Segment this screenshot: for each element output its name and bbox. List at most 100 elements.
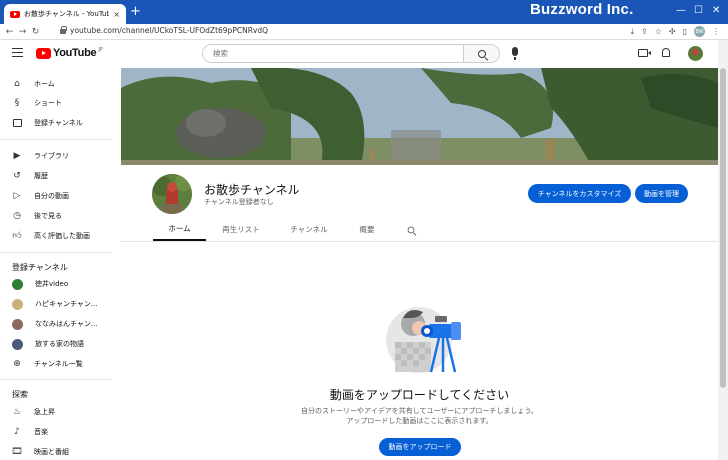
account-avatar[interactable] [688, 46, 703, 61]
page-scrollbar[interactable] [718, 40, 728, 460]
sidebar-item-label: チャンネル一覧 [34, 360, 83, 368]
close-window-icon[interactable]: ✕ [712, 5, 720, 16]
notifications-icon[interactable] [662, 48, 670, 57]
scrollbar-thumb[interactable] [720, 68, 726, 388]
empty-state-line1: 自分のストーリーやアイデアを共有してユーザーにアプローチしましょう。 [301, 407, 538, 415]
upload-video-button[interactable]: 動画をアップロード [379, 438, 461, 456]
search-input[interactable] [203, 45, 463, 62]
watch-later-icon: ◷ [13, 211, 21, 221]
your-videos-icon: ▷ [13, 191, 21, 201]
channel-avatar[interactable] [152, 174, 192, 214]
customize-channel-button[interactable]: チャンネルをカスタマイズ [528, 184, 631, 203]
upload-illustration [385, 302, 469, 374]
close-tab-icon[interactable]: × [113, 10, 120, 19]
sidebar-item-subscription[interactable]: 徳井video [0, 275, 112, 293]
address-bar-actions: ⤓ ⇪ ☆ ✣ ▯ BW ⋮ [630, 26, 720, 37]
sidebar-item-label: 急上昇 [34, 408, 55, 416]
sidebar-item-subscription[interactable]: ハピキャンチャン... [0, 295, 112, 313]
sidebar-item-shorts[interactable]: § ショート [0, 94, 112, 112]
sidebar-item-label: 履歴 [34, 172, 48, 180]
search-box [202, 44, 500, 63]
tab-home[interactable]: ホーム [153, 218, 206, 241]
banner-image [121, 68, 718, 165]
sidebar-divider [0, 252, 112, 253]
url-field[interactable]: youtube.com/channel/UCkoTSL-UFOdZt69pPCN… [60, 26, 268, 35]
sidepanel-icon[interactable]: ▯ [683, 27, 687, 36]
sidebar-item-label: ライブラリ [34, 152, 69, 160]
channel-tabs: ホーム 再生リスト チャンネル 概要 [121, 218, 718, 241]
reload-icon[interactable]: ↻ [29, 27, 42, 37]
url-text: youtube.com/channel/UCkoTSL-UFOdZt69pPCN… [70, 26, 269, 35]
sidebar-item-label: 登録チャンネル [34, 119, 83, 127]
browser-menu-icon[interactable]: ⋮ [712, 27, 720, 36]
maximize-icon[interactable]: ☐ [694, 5, 703, 16]
forward-icon[interactable]: → [16, 27, 29, 37]
channel-avatar [12, 278, 23, 290]
channel-avatar [12, 318, 23, 330]
sidebar-item-library[interactable]: ▶ ライブラリ [0, 147, 112, 165]
sidebar-item-label: 自分の動画 [34, 192, 69, 200]
sidebar-item-watch-later[interactable]: ◷ 後で見る [0, 207, 112, 225]
tab-playlists[interactable]: 再生リスト [213, 218, 269, 241]
sidebar-item-label: 高く評価した動画 [34, 232, 90, 240]
sidebar-item-label: ショート [34, 99, 62, 107]
install-icon[interactable]: ⤓ [630, 27, 634, 37]
sidebar-item-movies[interactable]: 🎞︎ 映画と番組 [0, 443, 112, 460]
new-tab-button[interactable]: + [130, 5, 141, 19]
channel-list-icon: ⊕ [13, 359, 21, 369]
create-video-icon[interactable] [638, 49, 651, 57]
extensions-icon[interactable]: ✣ [669, 27, 676, 36]
music-icon: ♪ [14, 427, 20, 437]
menu-icon[interactable] [12, 48, 23, 57]
browser-profile-avatar[interactable]: BW [694, 26, 705, 37]
sidebar-item-subscription[interactable]: 旅する家の物語 [0, 335, 112, 353]
youtube-play-icon [36, 47, 51, 59]
tab-channels[interactable]: チャンネル [281, 218, 337, 241]
search-button[interactable] [463, 45, 499, 62]
youtube-logo[interactable]: YouTube JP [36, 47, 103, 59]
movies-icon: 🎞︎ [11, 447, 23, 457]
trending-icon: ♨ [12, 407, 22, 417]
sidebar-item-liked-videos[interactable]: 👍︎ 高く評価した動画 [0, 227, 112, 245]
channel-name: お散歩チャンネル [204, 183, 300, 197]
sidebar-item-history[interactable]: ↺ 履歴 [0, 167, 112, 185]
sidebar-item-label: ハピキャンチャン... [35, 300, 98, 308]
sidebar-item-trending[interactable]: ♨ 急上昇 [0, 403, 112, 421]
browser-tab[interactable]: お散歩チャンネル - YouTube × [4, 4, 126, 24]
sidebar-item-your-videos[interactable]: ▷ 自分の動画 [0, 187, 112, 205]
sidebar-item-label: ホーム [34, 80, 55, 88]
sidebar-item-subscription[interactable]: ななみはんチャン... [0, 315, 112, 333]
share-icon[interactable]: ⇪ [641, 27, 648, 36]
sidebar-item-home[interactable]: ⌂ ホーム [0, 75, 112, 93]
channel-search-button[interactable] [401, 218, 421, 241]
sidebar-divider [0, 379, 112, 380]
sidebar-item-label: 徳井video [35, 280, 69, 288]
manage-videos-button[interactable]: 動画を管理 [635, 184, 688, 203]
browser-tab-bar: お散歩チャンネル - YouTube × + Buzzword Inc. — ☐… [0, 0, 728, 24]
sidebar-item-label: 映画と番組 [34, 448, 69, 456]
search-icon [407, 226, 415, 233]
subscriptions-icon [12, 118, 22, 128]
sidebar-item-label: 後で見る [34, 212, 62, 220]
bookmark-star-icon[interactable]: ☆ [655, 27, 662, 36]
tabs-divider [121, 241, 718, 242]
voice-search-icon[interactable] [512, 47, 518, 60]
region-code: JP [98, 47, 103, 53]
empty-state-title: 動画をアップロードしてください [329, 388, 510, 402]
sidebar-item-music[interactable]: ♪ 音楽 [0, 423, 112, 441]
subscriber-count: チャンネル登録者なし [204, 198, 274, 206]
home-icon: ⌂ [14, 79, 20, 89]
search-icon [477, 49, 486, 58]
library-icon: ▶ [13, 151, 21, 161]
lock-icon [60, 26, 67, 34]
sidebar-item-subscriptions[interactable]: 登録チャンネル [0, 114, 112, 132]
back-icon[interactable]: ← [3, 27, 16, 37]
sidebar: ⌂ ホーム § ショート 登録チャンネル ▶ ライブラリ ↺ 履歴 ▷ 自分の動… [0, 68, 112, 460]
tab-about[interactable]: 概要 [347, 218, 387, 241]
history-icon: ↺ [13, 171, 21, 181]
sidebar-item-channel-list[interactable]: ⊕ チャンネル一覧 [0, 355, 112, 373]
channel-avatar [12, 338, 23, 350]
minimize-icon[interactable]: — [676, 5, 686, 16]
sidebar-item-label: 音楽 [34, 428, 48, 436]
youtube-wordmark: YouTube [53, 47, 97, 59]
